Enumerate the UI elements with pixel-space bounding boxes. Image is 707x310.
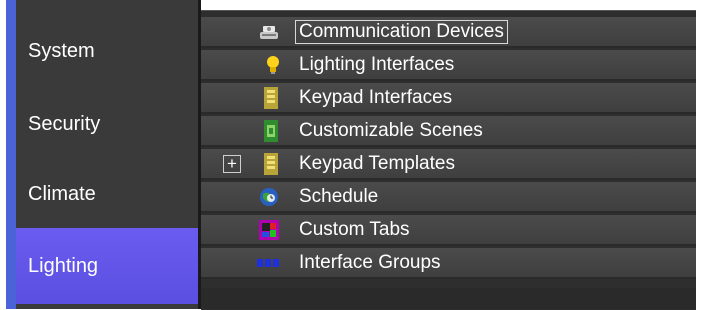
globe-clock-icon — [259, 186, 279, 208]
tree-item-label: Lighting Interfaces — [299, 53, 455, 75]
tree-footer — [201, 288, 696, 309]
tree-item-lighting-interfaces[interactable]: Lighting Interfaces — [201, 50, 696, 81]
sidebar-item-security[interactable]: Security — [16, 88, 198, 160]
tree-item-communication-devices[interactable]: Communication Devices — [201, 17, 696, 48]
tree-item-label: Communication Devices — [295, 19, 508, 44]
custom-tabs-icon — [259, 219, 279, 241]
tree-view: Communication Devices Lighting Interface… — [201, 10, 696, 310]
tree-item-label: Custom Tabs — [299, 218, 410, 240]
tree-item-keypad-interfaces[interactable]: Keypad Interfaces — [201, 83, 696, 114]
sidebar-accent-strip — [6, 0, 16, 309]
tree-item-label: Keypad Templates — [299, 152, 455, 174]
sidebar-item-lighting[interactable]: Lighting — [16, 228, 198, 304]
tree-item-keypad-templates[interactable]: + Keypad Templates — [201, 149, 696, 180]
sidebar-item-label: Lighting — [28, 254, 99, 277]
window-edge — [696, 0, 707, 309]
tree-item-schedule[interactable]: Schedule — [201, 182, 696, 213]
sidebar-item-climate[interactable]: Climate — [16, 160, 198, 228]
keypad-icon — [261, 86, 281, 109]
sidebar-item-system[interactable]: System — [16, 18, 198, 84]
expand-button[interactable]: + — [223, 154, 241, 173]
window: System Security Climate Lighting Communi… — [0, 0, 707, 310]
tree-item-label: Keypad Interfaces — [299, 86, 453, 108]
keypad-icon — [261, 152, 281, 175]
lightbulb-icon — [263, 54, 283, 76]
communication-devices-icon — [259, 21, 279, 43]
tree-item-label: Schedule — [299, 185, 379, 207]
tree-item-custom-tabs[interactable]: Custom Tabs — [201, 215, 696, 246]
tree-item-label: Customizable Scenes — [299, 119, 483, 141]
sidebar-item-label: System — [28, 39, 95, 62]
sidebar-item-label: Climate — [28, 182, 96, 205]
sidebar-item-label: Security — [28, 112, 101, 135]
tree-item-customizable-scenes[interactable]: Customizable Scenes — [201, 116, 696, 147]
tree-item-label: Interface Groups — [299, 251, 441, 273]
scene-icon — [261, 119, 281, 142]
tree-item-interface-groups[interactable]: Interface Groups — [201, 248, 696, 279]
interface-groups-icon — [257, 252, 281, 274]
